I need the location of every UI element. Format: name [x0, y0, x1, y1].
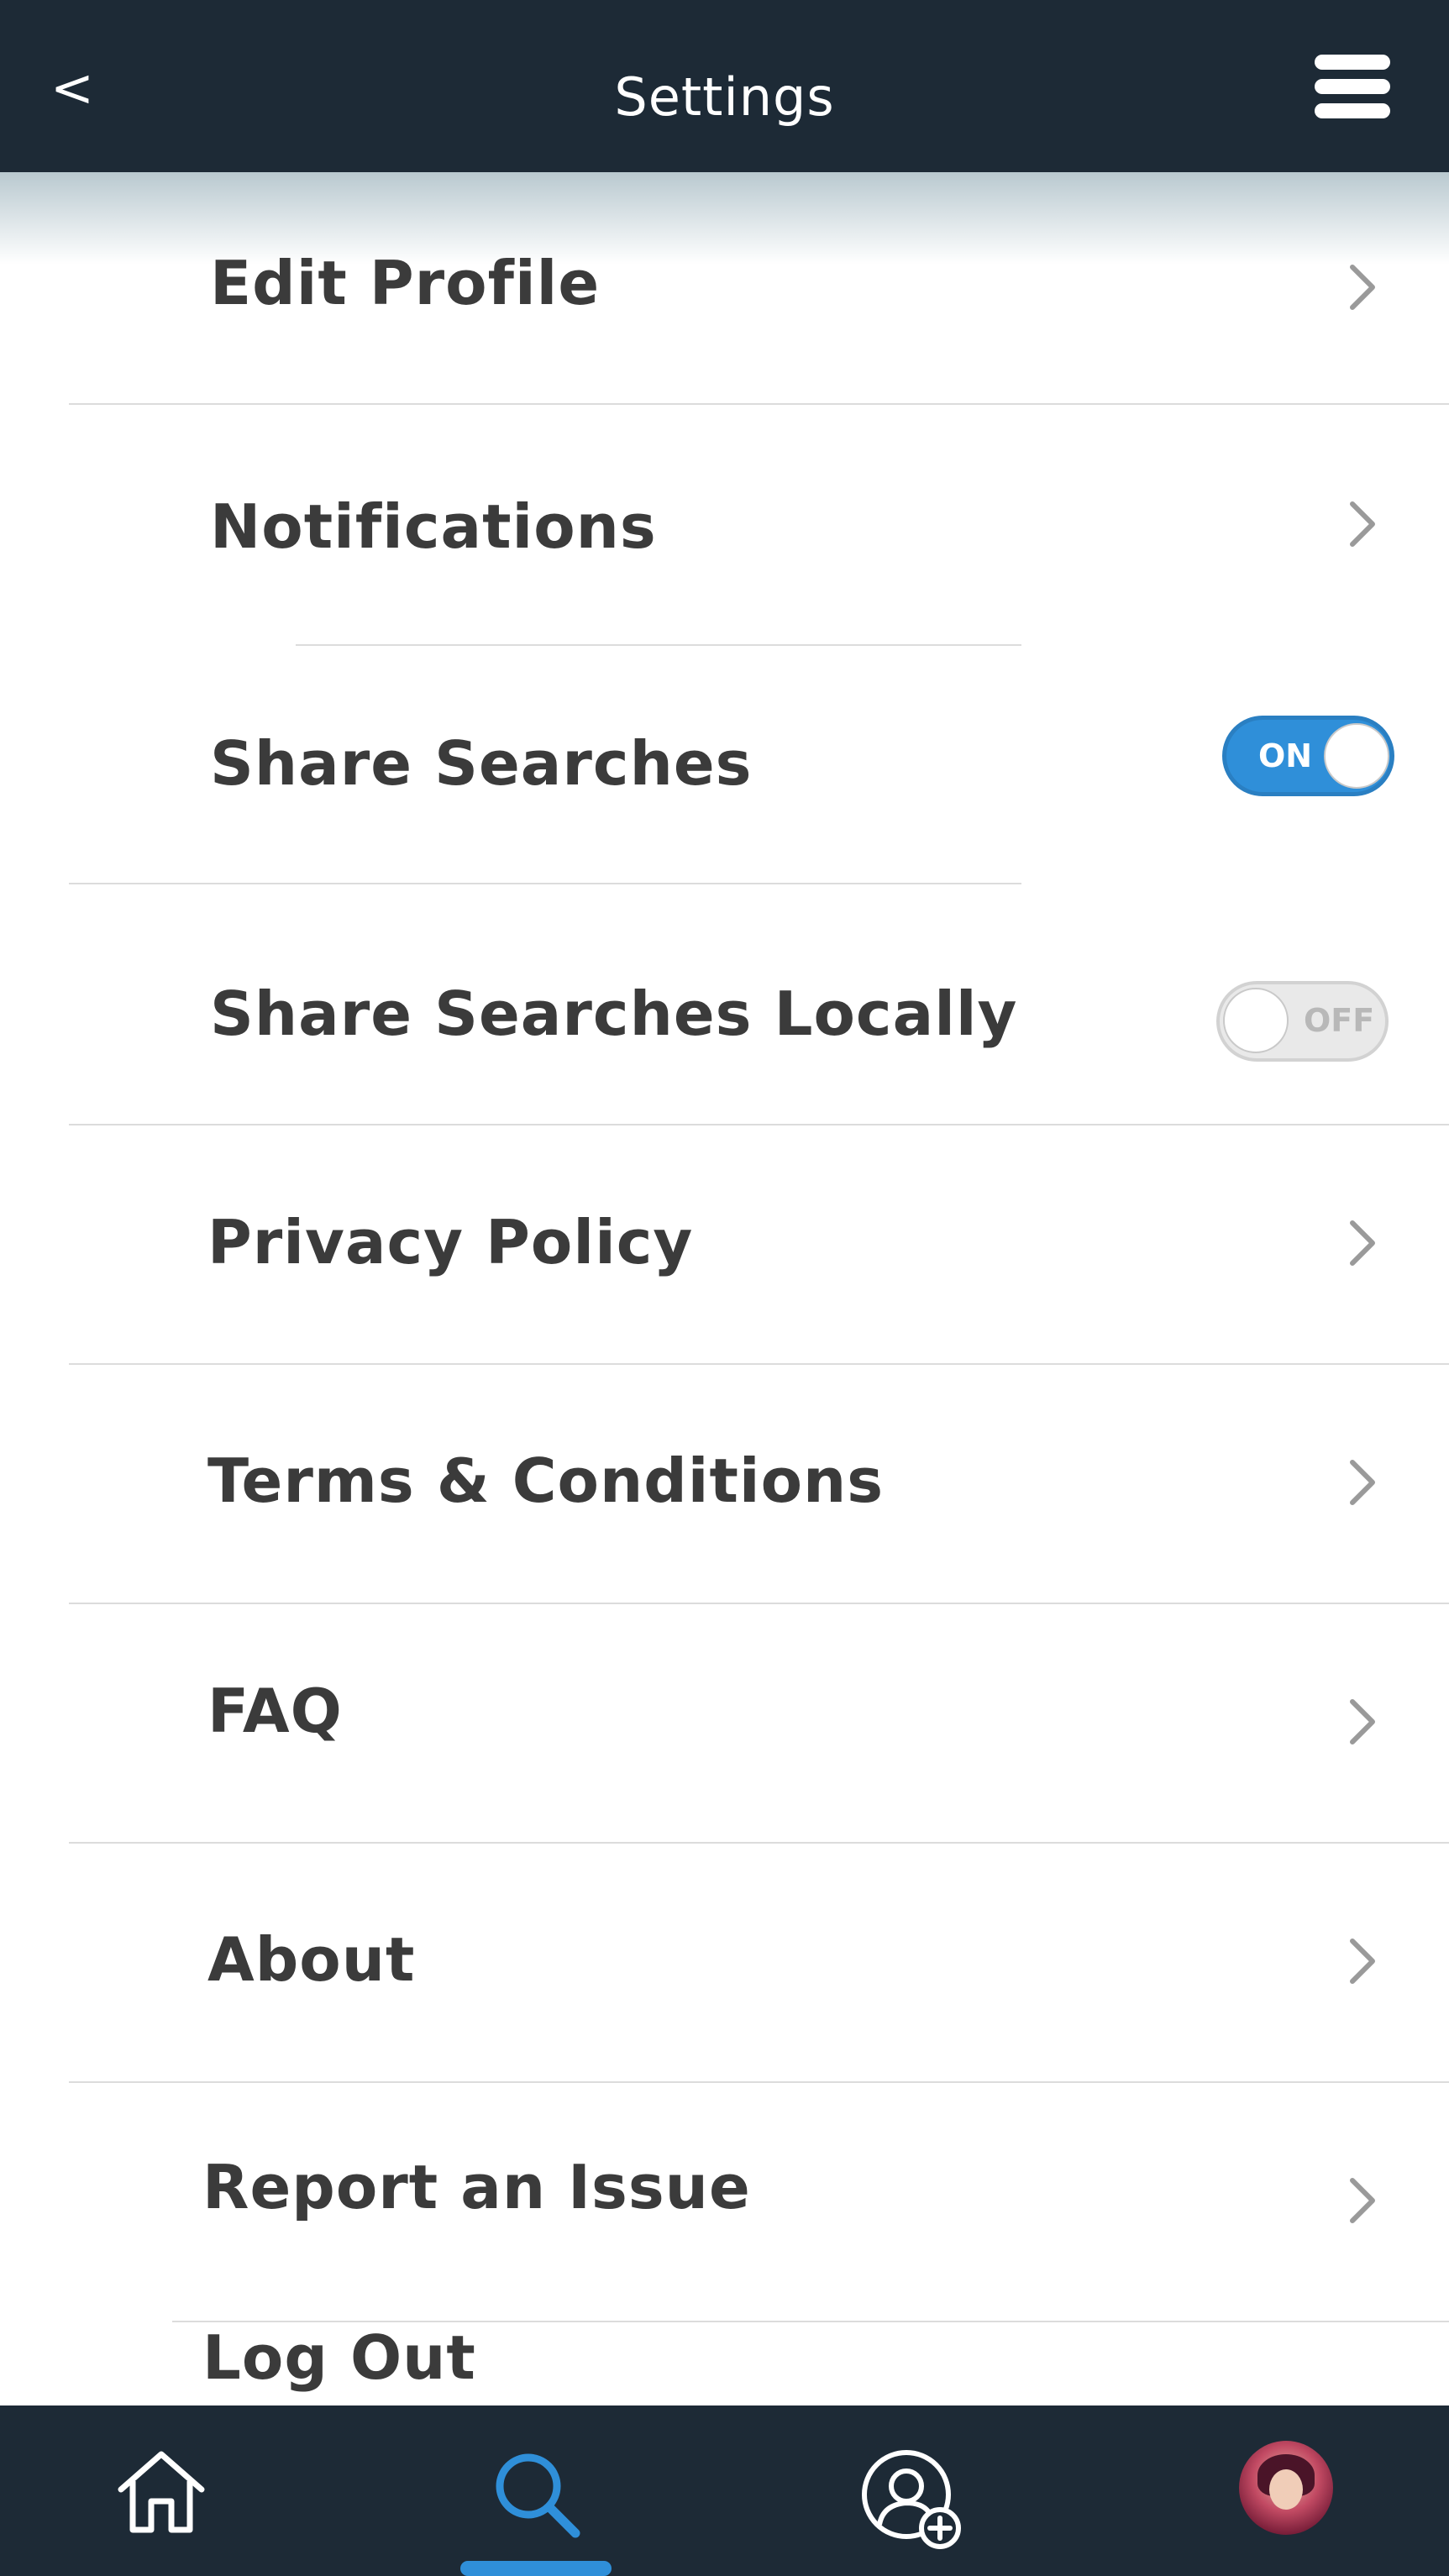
settings-item-label: Terms & Conditions: [207, 1445, 885, 1516]
toggle-state-label: ON: [1258, 737, 1313, 774]
settings-item-log-out[interactable]: Log Out: [0, 2322, 1449, 2405]
settings-item-share-searches: Share Searches ON: [0, 646, 1449, 883]
share-searches-toggle[interactable]: ON: [1222, 716, 1394, 796]
toggle-state-label: OFF: [1304, 1002, 1375, 1039]
toggle-knob: [1223, 988, 1289, 1053]
tab-home[interactable]: [77, 2405, 245, 2576]
toggle-knob: [1324, 723, 1389, 789]
settings-item-label: Share Searches Locally: [210, 978, 1018, 1049]
chevron-right-icon: [1350, 1939, 1375, 1984]
settings-item-edit-profile[interactable]: Edit Profile: [0, 172, 1449, 403]
chevron-right-icon: [1350, 501, 1375, 547]
home-icon: [118, 2451, 205, 2533]
settings-item-label: Privacy Policy: [207, 1207, 694, 1278]
chevron-right-icon: [1350, 2178, 1375, 2223]
settings-item-privacy-policy[interactable]: Privacy Policy: [0, 1125, 1449, 1363]
chevron-right-icon: [1350, 1460, 1375, 1505]
chevron-right-icon: [1350, 1220, 1375, 1266]
page-title: Settings: [614, 66, 835, 128]
log-out-label: Log Out: [202, 2322, 476, 2393]
share-searches-locally-toggle[interactable]: OFF: [1216, 981, 1389, 1062]
tab-search[interactable]: [454, 2405, 622, 2576]
chevron-right-icon: [1350, 265, 1375, 310]
settings-item-faq[interactable]: FAQ: [0, 1604, 1449, 1842]
add-user-icon: [862, 2450, 961, 2549]
settings-item-label: Report an Issue: [202, 2152, 751, 2222]
search-icon: [496, 2453, 580, 2538]
tab-add-user[interactable]: [823, 2405, 991, 2576]
settings-item-about[interactable]: About: [0, 1844, 1449, 2081]
profile-avatar[interactable]: [1239, 2441, 1333, 2535]
settings-item-terms-conditions[interactable]: Terms & Conditions: [0, 1365, 1449, 1603]
chevron-right-icon: [1350, 1699, 1375, 1744]
bottom-tab-bar: [0, 2405, 1449, 2576]
app-header: < Settings: [0, 0, 1449, 172]
settings-item-label: FAQ: [207, 1676, 343, 1746]
active-tab-indicator: [460, 2561, 612, 2576]
settings-item-notifications[interactable]: Notifications: [0, 405, 1449, 644]
hamburger-menu-icon[interactable]: [1315, 53, 1390, 120]
settings-item-label: Share Searches: [210, 728, 753, 799]
settings-item-share-searches-locally: Share Searches Locally OFF: [0, 884, 1449, 1124]
settings-item-report-issue[interactable]: Report an Issue: [0, 2083, 1449, 2321]
settings-item-label: Edit Profile: [210, 248, 601, 318]
settings-item-label: About: [207, 1924, 416, 1995]
settings-item-label: Notifications: [210, 491, 657, 562]
